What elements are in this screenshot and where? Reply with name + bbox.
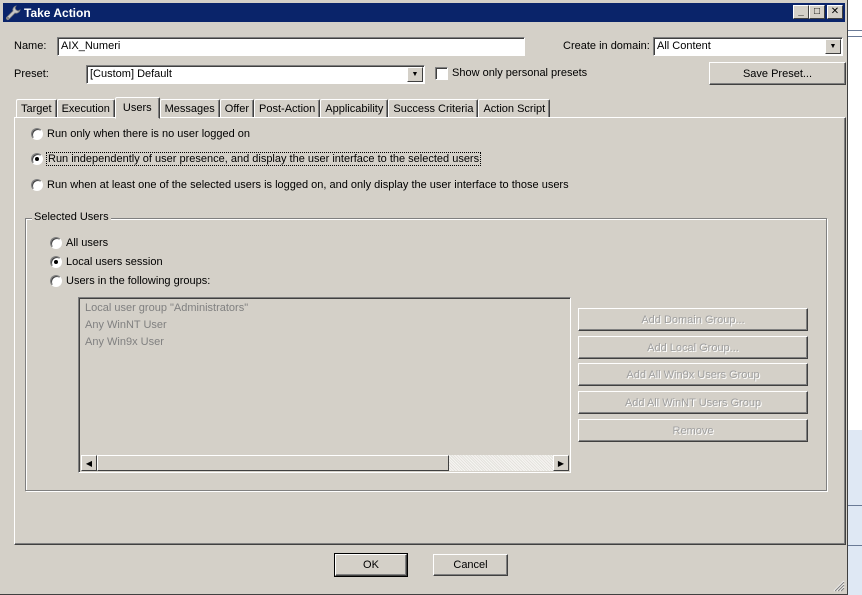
ok-button[interactable]: OK: [334, 553, 408, 577]
tab-offer[interactable]: Offer: [219, 99, 255, 118]
close-button[interactable]: ✕: [827, 5, 843, 19]
close-icon: ✕: [830, 6, 840, 17]
save-preset-button[interactable]: Save Preset...: [709, 62, 846, 85]
tab-label: Applicability: [325, 103, 384, 115]
add-domain-group-button[interactable]: Add Domain Group...: [578, 308, 808, 331]
add-local-group-button[interactable]: Add Local Group...: [578, 336, 808, 359]
tab-label: Messages: [164, 103, 215, 115]
tab-success-criteria[interactable]: Success Criteria: [388, 99, 479, 118]
tab-users[interactable]: Users: [114, 97, 160, 119]
minimize-button[interactable]: _: [793, 5, 809, 19]
name-input[interactable]: AIX_Numeri: [57, 37, 525, 56]
selected-users-title: Selected Users: [32, 211, 111, 223]
tab-post-action[interactable]: Post-Action: [254, 99, 321, 118]
radio-button[interactable]: [31, 179, 43, 191]
users-tab-panel: Run only when there is no user logged on…: [14, 117, 846, 545]
groups-listbox[interactable]: Local user group "Administrators" Any Wi…: [78, 297, 571, 473]
tab-label: Target: [21, 103, 52, 115]
tab-label: Users: [122, 102, 152, 114]
minimize-icon: _: [798, 6, 804, 17]
background-window-edge: [848, 0, 862, 595]
arrow-left-icon: ◀: [85, 458, 93, 468]
chevron-down-icon[interactable]: ▼: [407, 67, 423, 82]
preset-select[interactable]: [Custom] Default ▼: [86, 65, 425, 84]
users-in-groups-option[interactable]: Users in the following groups:: [50, 275, 210, 287]
cancel-button[interactable]: Cancel: [433, 554, 508, 576]
selected-users-group: Selected Users All users Local users ses…: [25, 211, 827, 491]
all-users-option[interactable]: All users: [50, 237, 108, 249]
scroll-left-button[interactable]: ◀: [81, 455, 97, 471]
radio-button[interactable]: [31, 128, 43, 140]
take-action-dialog: Take Action _ □ ✕ Name: AIX_Numeri Creat…: [0, 0, 848, 595]
resize-grip-icon[interactable]: [833, 580, 845, 592]
run-option-logged-on[interactable]: Run when at least one of the selected us…: [31, 179, 569, 191]
wrench-icon: [5, 4, 21, 20]
domain-label: Create in domain:: [563, 40, 650, 52]
domain-value: All Content: [657, 40, 711, 52]
option-label: All users: [66, 237, 109, 249]
button-label: Remove: [672, 424, 714, 437]
option-label: Users in the following groups:: [66, 275, 211, 287]
cancel-label: Cancel: [453, 559, 488, 571]
remove-button[interactable]: Remove: [578, 419, 808, 442]
ok-label: OK: [363, 559, 379, 571]
run-option-label: Run independently of user presence, and …: [45, 152, 482, 166]
tab-target[interactable]: Target: [16, 99, 57, 118]
tab-messages[interactable]: Messages: [159, 99, 220, 118]
radio-button[interactable]: [50, 237, 62, 249]
add-winnt-users-group-button[interactable]: Add All WinNT Users Group: [578, 391, 808, 414]
run-option-independent[interactable]: Run independently of user presence, and …: [31, 152, 482, 166]
preset-value: [Custom] Default: [90, 68, 172, 80]
name-value: AIX_Numeri: [61, 40, 121, 52]
run-option-no-user[interactable]: Run only when there is no user logged on: [31, 128, 250, 140]
tab-applicability[interactable]: Applicability: [320, 99, 389, 118]
tab-label: Action Script: [483, 103, 546, 115]
show-personal-presets-checkbox[interactable]: [435, 67, 448, 80]
radio-button-selected[interactable]: [50, 256, 62, 268]
button-label: Add Local Group...: [647, 341, 739, 354]
scrollbar-thumb[interactable]: [97, 455, 449, 471]
run-option-label: Run when at least one of the selected us…: [47, 179, 569, 191]
button-label: Add All WinNT Users Group: [624, 396, 762, 409]
save-preset-label: Save Preset...: [742, 67, 813, 80]
run-option-label: Run only when there is no user logged on: [47, 128, 251, 140]
scroll-right-button[interactable]: ▶: [553, 455, 569, 471]
domain-select[interactable]: All Content ▼: [653, 37, 843, 56]
option-label: Local users session: [66, 256, 163, 268]
maximize-button[interactable]: □: [809, 5, 825, 19]
window-title: Take Action: [24, 5, 91, 20]
tab-label: Post-Action: [259, 103, 316, 115]
tab-bar: Target Execution Users Messages Offer Po…: [16, 96, 551, 119]
tab-label: Offer: [224, 103, 250, 115]
button-label: Add All Win9x Users Group: [626, 368, 760, 381]
preset-label: Preset:: [14, 68, 49, 80]
chevron-down-icon[interactable]: ▼: [825, 39, 841, 54]
button-label: Add Domain Group...: [641, 313, 745, 326]
radio-button[interactable]: [50, 275, 62, 287]
show-personal-presets-label[interactable]: Show only personal presets: [452, 67, 587, 79]
tab-action-script[interactable]: Action Script: [478, 99, 551, 118]
list-item[interactable]: Local user group "Administrators": [85, 302, 248, 314]
name-label: Name:: [14, 40, 47, 52]
radio-button-selected[interactable]: [31, 153, 43, 165]
add-win9x-users-group-button[interactable]: Add All Win9x Users Group: [578, 363, 808, 386]
list-item[interactable]: Any WinNT User: [85, 319, 167, 331]
title-bar[interactable]: Take Action _ □ ✕: [3, 3, 845, 22]
tab-label: Execution: [61, 103, 110, 115]
local-users-session-option[interactable]: Local users session: [50, 256, 163, 268]
list-item[interactable]: Any Win9x User: [85, 336, 164, 348]
tab-execution[interactable]: Execution: [56, 99, 115, 118]
tab-label: Success Criteria: [393, 103, 474, 115]
horizontal-scrollbar[interactable]: ◀ ▶: [81, 455, 569, 471]
maximize-icon: □: [813, 6, 821, 17]
arrow-right-icon: ▶: [557, 458, 565, 468]
